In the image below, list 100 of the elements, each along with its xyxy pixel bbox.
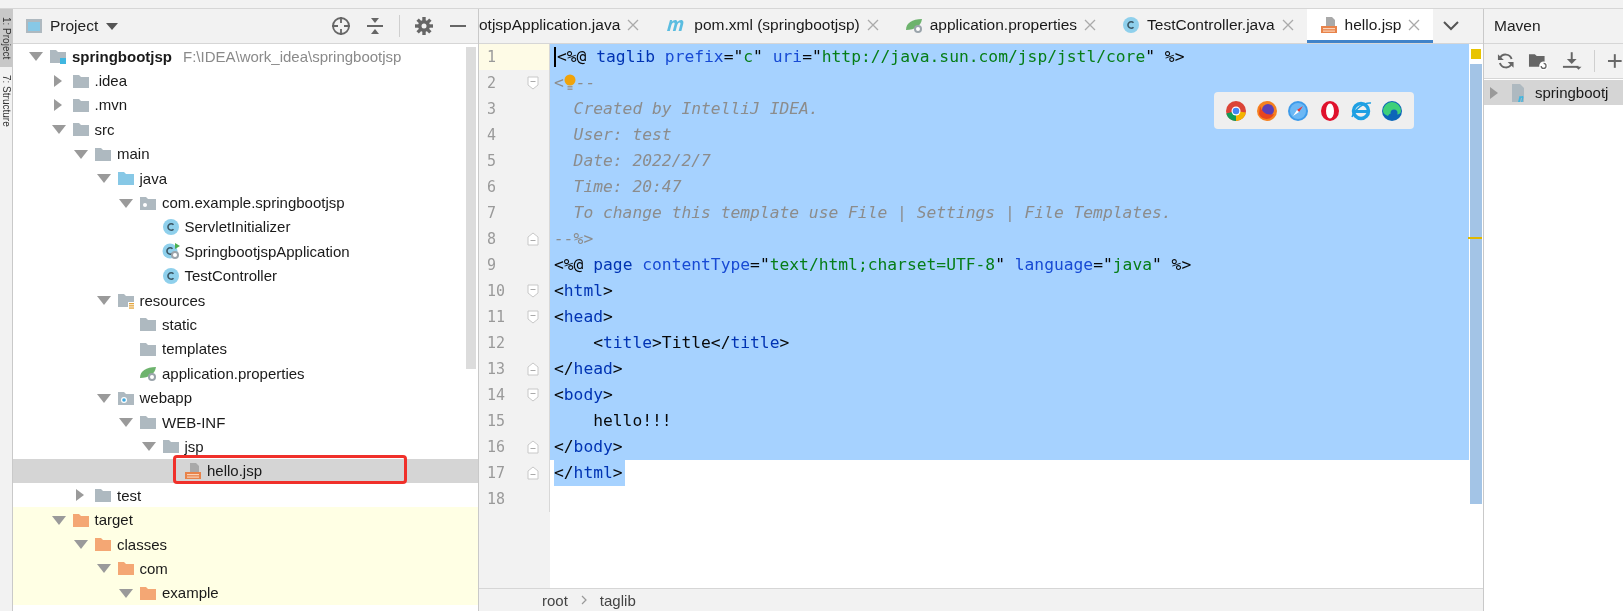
editor-tab[interactable]: otjspApplication.java [479, 9, 653, 43]
class-icon [161, 242, 180, 261]
folder-icon [94, 535, 112, 553]
tree-item[interactable]: .idea [13, 68, 478, 93]
fold-marker-icon[interactable] [527, 466, 539, 480]
folder-icon [139, 413, 157, 432]
line-number: 16 [486, 438, 507, 456]
line-number: 13 [486, 360, 507, 378]
tree-item[interactable]: static [13, 312, 478, 337]
tree-item[interactable]: hello.jsp [13, 458, 478, 484]
line-number: 7 [486, 204, 498, 222]
tree-item[interactable]: WEB-INF [13, 409, 478, 435]
line-number: 18 [486, 490, 507, 508]
fold-marker-icon[interactable] [527, 232, 539, 246]
line-number: 14 [486, 386, 507, 404]
folder-icon [116, 559, 135, 578]
line-number: 12 [486, 334, 507, 352]
crosshair-icon[interactable] [331, 16, 351, 36]
tool-window-tab[interactable]: 1: Project [0, 9, 12, 68]
folder-icon [161, 437, 180, 456]
fold-marker-icon[interactable] [527, 362, 539, 376]
editor-tab[interactable]: application.properties [891, 9, 1110, 43]
tree-item[interactable]: ServletInitializer [13, 214, 478, 240]
close-icon[interactable] [627, 18, 640, 31]
class-icon [161, 217, 180, 236]
line-number: 2 [486, 74, 498, 92]
tree-item[interactable]: resources [13, 287, 478, 313]
tree-item[interactable]: classes [13, 531, 478, 557]
browser-icon[interactable] [1224, 99, 1247, 122]
scrollbar[interactable] [466, 47, 476, 369]
settings-icon[interactable] [414, 16, 434, 36]
class-icon [1122, 15, 1141, 34]
tree-item[interactable]: application.properties [13, 361, 478, 386]
caret-icon[interactable] [105, 21, 120, 31]
tree-item[interactable]: templates [13, 336, 478, 362]
plus-icon[interactable] [1607, 53, 1623, 69]
tree-item[interactable]: springbootjsp F:\IDEA\work_idea\springbootjsp [13, 44, 478, 69]
editor-tab[interactable]: TestController.java [1109, 9, 1307, 43]
folder-icon [139, 315, 157, 334]
tree-item[interactable]: .mvn [13, 92, 478, 118]
line-number: 5 [486, 152, 498, 170]
browser-icon[interactable] [1256, 99, 1278, 122]
chevron-down-icon[interactable] [1443, 21, 1460, 31]
line-number: 15 [486, 412, 507, 430]
line-number: 6 [486, 178, 498, 196]
tree-item[interactable]: main [13, 141, 478, 166]
browser-icon[interactable] [1381, 99, 1404, 122]
collapse-all-icon[interactable] [365, 16, 385, 36]
line-number: 9 [486, 256, 498, 274]
chevron-right-icon [579, 595, 588, 605]
breadcrumb-item[interactable]: taglib [599, 591, 636, 609]
folder-icon [116, 169, 135, 188]
close-icon[interactable] [866, 18, 879, 31]
browser-icon[interactable] [1318, 99, 1341, 122]
fold-marker-icon[interactable] [527, 76, 539, 90]
tree-item[interactable]: com.example.springbootjsp [13, 190, 478, 215]
folder-icon [116, 291, 135, 310]
file-icon [1319, 15, 1338, 34]
tree-item[interactable]: test [13, 483, 478, 508]
panel-icon [25, 18, 43, 34]
fold-marker-icon[interactable] [527, 284, 539, 298]
line-number: 4 [486, 126, 498, 144]
close-icon[interactable] [1084, 18, 1097, 31]
fold-marker-icon[interactable] [527, 388, 539, 402]
line-number: 3 [486, 100, 498, 118]
tree-item[interactable]: target [13, 507, 478, 532]
tree-item[interactable]: java [13, 165, 478, 191]
tree-item[interactable]: com [13, 556, 478, 581]
tree-item[interactable]: jsp [13, 434, 478, 459]
tool-window-tab[interactable]: 7: Structure [0, 67, 12, 135]
panel-title: Maven [1494, 17, 1541, 35]
editor-tab[interactable]: hello.jsp [1306, 9, 1434, 43]
leaf-icon [139, 364, 157, 383]
line-number: 8 [486, 230, 498, 248]
line-number: 10 [486, 282, 507, 300]
fold-marker-icon[interactable] [527, 310, 539, 324]
tree-item[interactable]: springbootj [1484, 80, 1623, 105]
close-icon[interactable] [1408, 18, 1421, 31]
tree-item[interactable]: webapp [13, 385, 478, 410]
module-path: F:\IDEA\work_idea\springbootjsp [183, 47, 402, 65]
editor-tab[interactable]: pom.xml (springbootjsp) [652, 9, 892, 43]
panel-title[interactable]: Project [50, 17, 99, 35]
folder-icon [94, 486, 112, 505]
browser-icon[interactable] [1287, 99, 1310, 122]
breadcrumb-item[interactable]: root [542, 591, 568, 609]
fold-marker-icon[interactable] [527, 440, 539, 454]
refresh-icon[interactable] [1496, 51, 1516, 71]
lightbulb-icon[interactable] [563, 73, 576, 93]
folder-icon [49, 47, 67, 66]
code-line: </html> [550, 460, 1469, 486]
folder-refresh-icon[interactable] [1527, 51, 1549, 71]
close-icon[interactable] [1281, 18, 1294, 31]
line-number: 11 [486, 308, 507, 326]
scrollbar[interactable] [1470, 64, 1482, 504]
line-number: 17 [486, 464, 507, 482]
tree-item[interactable]: SpringbootjspApplication [13, 239, 478, 264]
tree-item[interactable]: src [13, 117, 478, 142]
tree-item[interactable]: example [13, 580, 478, 605]
tree-item[interactable]: TestController [13, 263, 478, 288]
download-icon[interactable] [1560, 51, 1583, 71]
